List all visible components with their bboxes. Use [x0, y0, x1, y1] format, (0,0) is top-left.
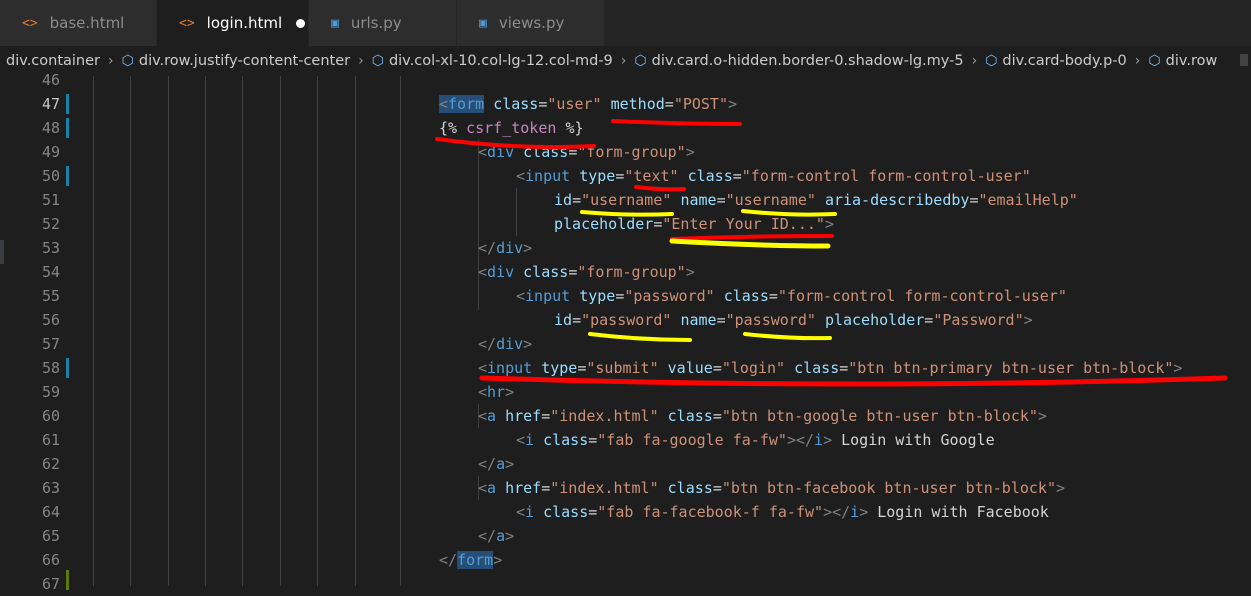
- red-underline: [670, 234, 834, 241]
- red-underline: [479, 375, 1228, 387]
- scrollbar-marker: [1240, 54, 1248, 66]
- red-underline: [634, 185, 686, 192]
- red-underline: [611, 119, 742, 126]
- yellow-underline: [741, 209, 837, 217]
- red-underline: [435, 137, 596, 150]
- annotation-overlay: [435, 119, 1228, 387]
- yellow-underline: [580, 210, 674, 217]
- yellow-underline: [669, 238, 831, 249]
- yellow-underline: [588, 332, 692, 342]
- vertical-scrollbar[interactable]: [1237, 46, 1251, 586]
- yellow-underline: [743, 332, 832, 341]
